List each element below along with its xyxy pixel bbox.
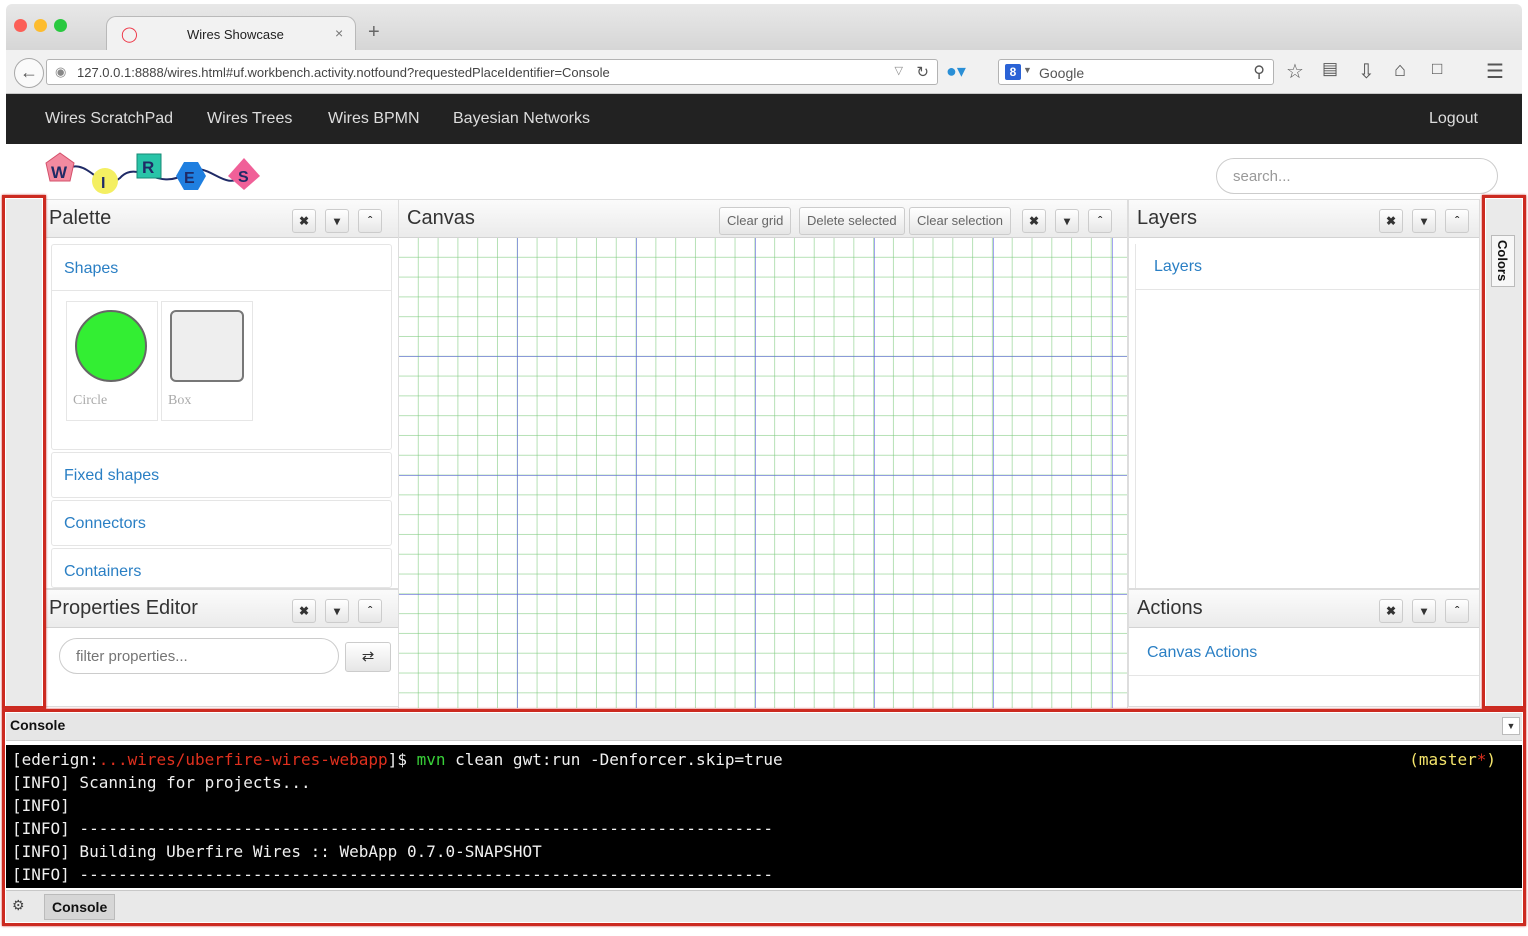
tab-close-icon[interactable]: × [335,25,343,41]
actions-menu-button[interactable]: ▾ [1412,599,1436,623]
clear-grid-button[interactable]: Clear grid [719,207,792,235]
logout-link[interactable]: Logout [1429,110,1478,128]
layers-list-item[interactable]: Layers [1136,244,1479,290]
palette-shapes-section: Shapes Circle Box [51,244,392,450]
back-button[interactable]: ← [14,58,44,88]
canvas-menu-button[interactable]: ▾ [1055,209,1079,233]
canvas-grid[interactable] [399,238,1127,708]
layers-panel: Layers ✖ ▾ ˆ Layers [1128,199,1480,589]
search-icon[interactable]: ⚲ [1253,62,1265,82]
palette-fixed-shapes-section[interactable]: Fixed shapes [51,452,392,498]
browser-tab-bar: ◯ Wires Showcase × + [6,4,1522,52]
close-window-button[interactable] [14,19,27,32]
layers-menu-button[interactable]: ▾ [1412,209,1436,233]
minimize-window-button[interactable] [34,19,47,32]
actions-header: Actions ✖ ▾ ˆ [1129,590,1479,628]
layers-header: Layers ✖ ▾ ˆ [1129,200,1479,238]
layers-body: Layers [1135,244,1479,588]
layers-close-button[interactable]: ✖ [1379,209,1403,233]
palette-close-button[interactable]: ✖ [292,209,316,233]
left-dock-highlight [2,195,46,709]
nav-wires-bpmn[interactable]: Wires BPMN [328,110,420,128]
properties-menu-button[interactable]: ▾ [325,599,349,623]
logo-letter-r: R [142,158,154,177]
layers-item-label[interactable]: Layers [1154,258,1202,276]
circle-shape-icon [75,310,147,382]
canvas-header: Canvas Clear grid Delete selected Clear … [399,200,1127,238]
palette-connectors-section[interactable]: Connectors [51,500,392,546]
right-dock-highlight [1482,195,1526,709]
box-shape-label: Box [168,393,192,408]
reading-list-icon[interactable]: ▤ [1322,59,1338,79]
canvas-collapse-button[interactable]: ˆ [1088,209,1112,233]
shapes-section-label[interactable]: Shapes [64,260,118,278]
properties-title: Properties Editor [49,597,198,619]
history-dropdown-icon[interactable]: ▽ [895,64,903,77]
nav-bayesian-networks[interactable]: Bayesian Networks [453,110,590,128]
logo-letter-e: E [184,170,195,187]
bookmark-star-icon[interactable]: ☆ [1286,59,1304,84]
new-tab-button[interactable]: + [368,21,380,44]
palette-header: Palette ✖ ▾ ˆ [45,200,398,238]
search-engine-name: Google [1039,65,1085,81]
globe-icon: ◉ [55,64,67,79]
tab-title: Wires Showcase [187,27,284,42]
clear-selection-button[interactable]: Clear selection [909,207,1011,235]
logo-letter-w: W [51,163,68,182]
properties-editor-panel: Properties Editor ✖ ▾ ˆ ⇄ [44,589,398,707]
circle-shape-label: Circle [73,393,108,408]
delete-selected-button[interactable]: Delete selected [799,207,905,235]
layers-title: Layers [1137,207,1198,229]
actions-title: Actions [1137,597,1203,619]
circle-shape-item[interactable]: Circle [66,301,158,421]
connectors-label[interactable]: Connectors [64,515,146,533]
home-icon[interactable]: ⌂ [1394,59,1406,82]
url-text[interactable]: 127.0.0.1:8888/wires.html#uf.workbench.a… [77,65,610,80]
refresh-properties-button[interactable]: ⇄ [345,642,391,672]
palette-menu-button[interactable]: ▾ [325,209,349,233]
properties-header: Properties Editor ✖ ▾ ˆ [45,590,398,628]
console-dock-highlight [2,709,1526,926]
logo-letter-i: I [101,175,105,192]
layers-collapse-button[interactable]: ˆ [1445,209,1469,233]
palette-collapse-button[interactable]: ˆ [358,209,382,233]
canvas-title: Canvas [407,207,475,229]
google-logo-icon: 8 [1005,64,1021,80]
actions-close-button[interactable]: ✖ [1379,599,1403,623]
canvas-actions-label[interactable]: Canvas Actions [1147,644,1257,662]
filter-properties-input[interactable] [59,638,339,674]
fixed-shapes-label[interactable]: Fixed shapes [64,467,159,485]
nav-wires-trees[interactable]: Wires Trees [207,110,292,128]
palette-panel: Palette ✖ ▾ ˆ Shapes Circle Box Fixed sh… [44,199,398,589]
properties-collapse-button[interactable]: ˆ [358,599,382,623]
web-search-box[interactable]: 8 ▼ Google ⚲ [998,59,1274,85]
containers-label[interactable]: Containers [64,563,141,581]
zoom-window-button[interactable] [54,19,67,32]
engine-dropdown-icon[interactable]: ▼ [1023,65,1032,75]
url-bar[interactable]: ◉ 127.0.0.1:8888/wires.html#uf.workbench… [46,59,938,85]
app-navbar: Wires ScratchPad Wires Trees Wires BPMN … [6,94,1522,144]
extension-icon[interactable]: ●▾ [946,61,966,82]
app-search-input[interactable] [1216,158,1498,194]
palette-containers-section[interactable]: Containers [51,548,392,588]
box-shape-icon [170,310,244,382]
browser-toolbar: ← ◉ 127.0.0.1:8888/wires.html#uf.workben… [6,50,1522,94]
canvas-close-button[interactable]: ✖ [1022,209,1046,233]
wires-logo[interactable]: W I R E S [38,148,268,198]
actions-panel: Actions ✖ ▾ ˆ Canvas Actions [1128,589,1480,707]
tab-favicon-icon: ◯ [121,26,138,43]
actions-collapse-button[interactable]: ˆ [1445,599,1469,623]
box-shape-item[interactable]: Box [161,301,253,421]
properties-close-button[interactable]: ✖ [292,599,316,623]
browser-tab[interactable]: ◯ Wires Showcase × [106,16,356,52]
canvas-actions-item[interactable]: Canvas Actions [1129,630,1479,676]
addon-icon[interactable]: □ [1432,59,1442,79]
palette-title: Palette [49,207,112,229]
nav-wires-scratchpad[interactable]: Wires ScratchPad [45,110,173,128]
menu-icon[interactable]: ☰ [1486,59,1504,84]
reload-icon[interactable]: ↻ [916,63,929,81]
download-icon[interactable]: ⇩ [1358,59,1375,84]
logo-letter-s: S [238,169,249,186]
